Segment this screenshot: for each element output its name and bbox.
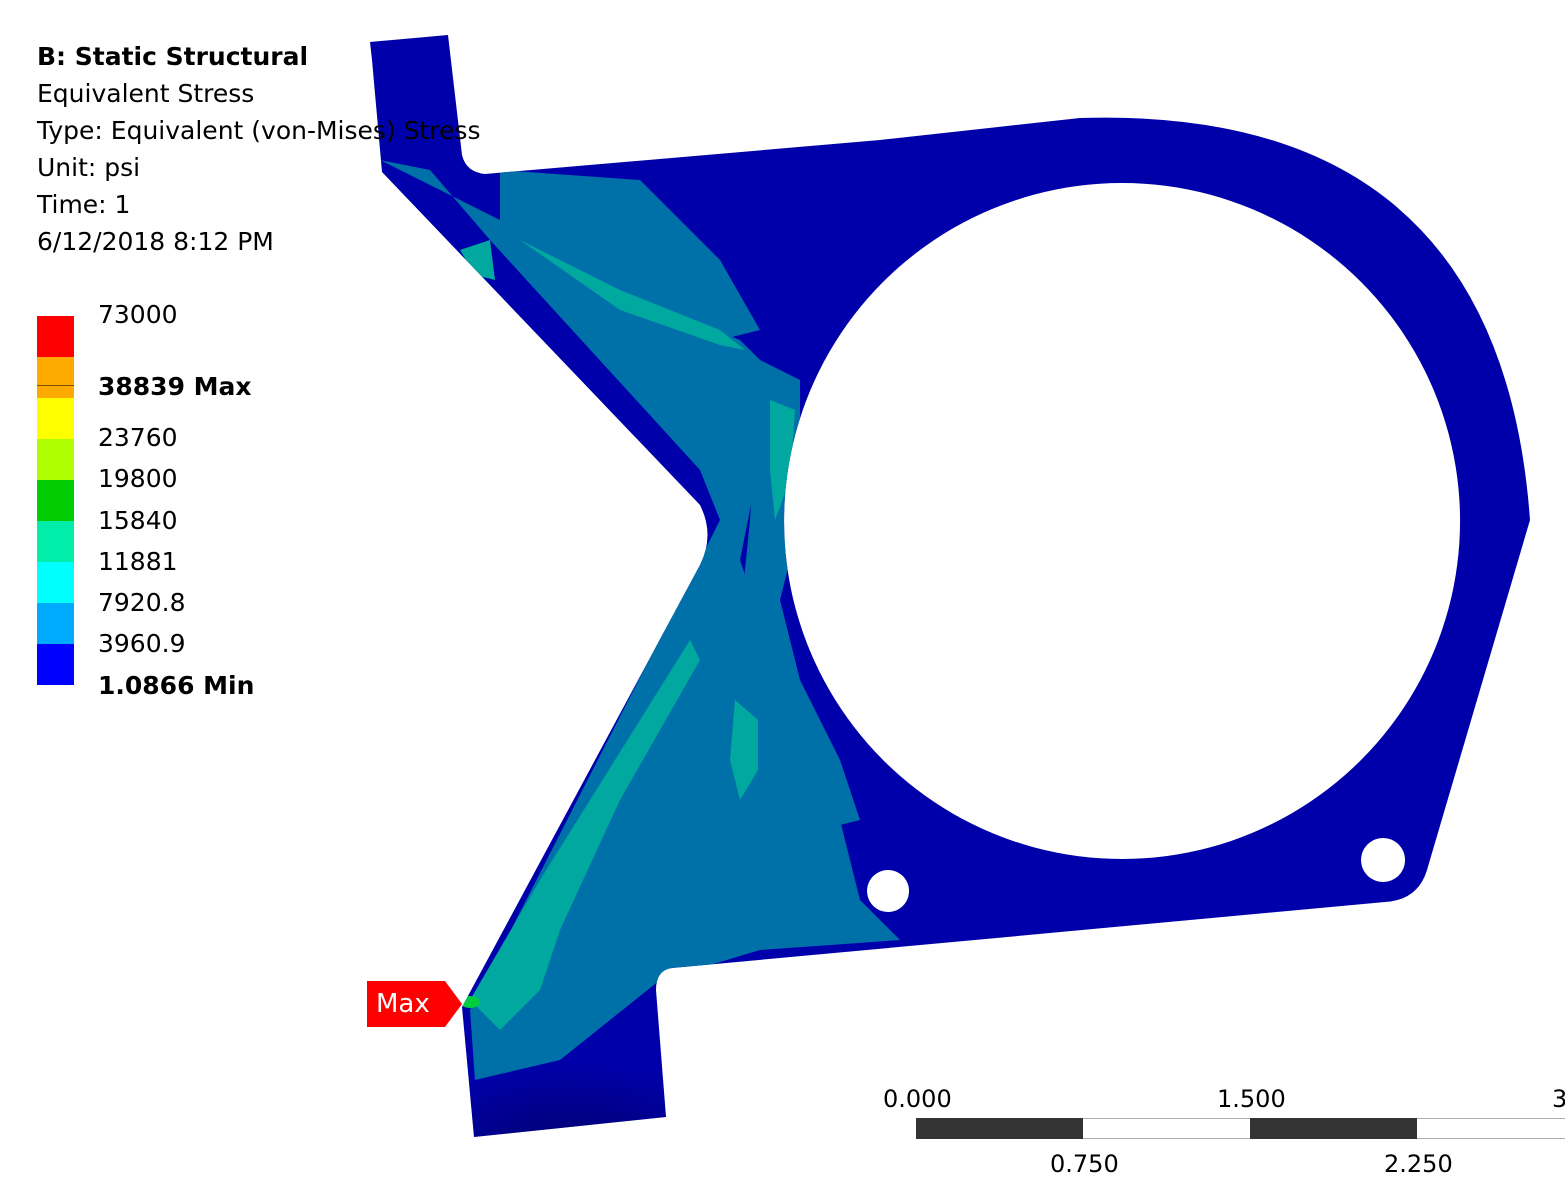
result-info-panel: B: Static Structural Equivalent Stress T… [37,38,480,260]
max-probe-label[interactable]: Max [367,981,463,1027]
legend-label: 73000 [98,300,178,329]
scale-tick-top: 1.500 [1217,1085,1286,1113]
legend-label: 19800 [98,464,178,493]
legend-label-min: 1.0866 Min [98,671,255,700]
legend-swatch-lightblue [37,603,74,644]
scale-tick-top: 3 [1552,1085,1565,1113]
scale-segment [1083,1118,1250,1139]
scale-tick-top: 0.000 [883,1085,952,1113]
legend-swatch-seagreen [37,521,74,562]
graphics-viewport[interactable]: B: Static Structural Equivalent Stress T… [0,0,1565,1181]
legend-label-max: 38839 Max [98,372,252,401]
result-timestamp: 6/12/2018 8:12 PM [37,227,274,256]
legend-swatch-yellowgreen [37,439,74,480]
scale-ruler: 0.000 1.500 3 0.750 2.250 [880,1080,1565,1181]
scale-segment [1417,1118,1565,1139]
scale-tick-bottom: 0.750 [1050,1150,1119,1178]
stress-region-peak [460,996,480,1008]
legend-label: 15840 [98,506,178,535]
legend-label: 23760 [98,423,178,452]
result-name: Equivalent Stress [37,79,255,108]
scale-segment [1250,1118,1417,1139]
legend-swatch-red [37,316,74,357]
legend-swatch-cyan [37,562,74,603]
legend-color-bar [37,316,74,685]
legend-swatch-yellow [37,398,74,439]
color-legend[interactable]: 73000 38839 Max 23760 19800 15840 11881 … [37,300,337,700]
result-type: Type: Equivalent (von-Mises) Stress [37,116,481,145]
legend-label: 11881 [98,547,178,576]
legend-swatch-orange [37,357,74,398]
result-time: Time: 1 [37,190,131,219]
legend-swatch-green [37,480,74,521]
legend-label: 3960.9 [98,629,186,658]
shading [460,1040,680,1137]
scale-tick-bottom: 2.250 [1384,1150,1453,1178]
analysis-title: B: Static Structural [37,42,309,71]
probe-text: Max [376,989,430,1019]
result-unit: Unit: psi [37,153,141,182]
legend-label: 7920.8 [98,588,186,617]
legend-swatch-blue [37,644,74,685]
scale-segment [916,1118,1083,1139]
